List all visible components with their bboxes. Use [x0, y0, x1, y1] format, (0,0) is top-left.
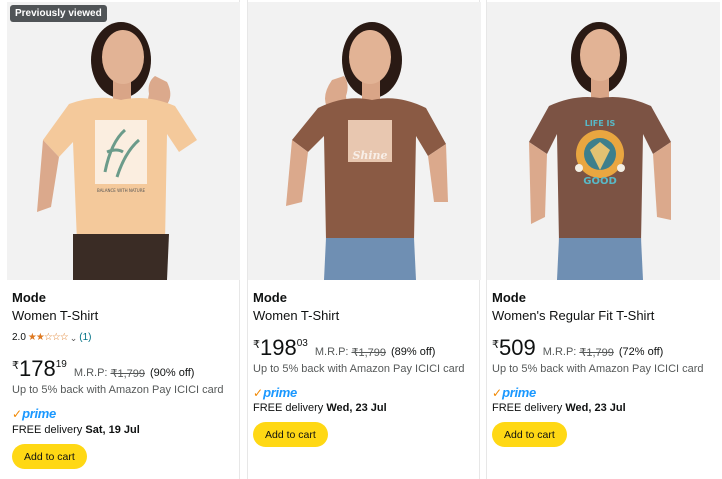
- delivery-date: Wed, 23 Jul: [326, 402, 387, 414]
- product-image-2[interactable]: Shine: [248, 2, 481, 280]
- price-row: ₹ 178 19 M.R.P: ₹1,799 (90% off): [12, 357, 194, 381]
- price-currency: ₹: [253, 339, 260, 351]
- add-to-cart-button[interactable]: Add to cart: [253, 422, 328, 447]
- delivery-info: FREE delivery Wed, 23 Jul: [492, 401, 626, 415]
- rating-stars-icon[interactable]: ★★☆☆☆: [28, 332, 69, 344]
- delivery-info: FREE delivery Wed, 23 Jul: [253, 401, 387, 415]
- print-text-3b: GOOD: [583, 176, 617, 187]
- price-currency: ₹: [12, 360, 19, 372]
- prime-check-icon: ✓: [253, 385, 264, 400]
- add-to-cart-button[interactable]: Add to cart: [12, 444, 87, 469]
- discount: (90% off): [150, 367, 195, 379]
- review-count-link[interactable]: (1): [79, 332, 91, 344]
- product-image-3[interactable]: LIFE IS GOOD: [487, 2, 720, 280]
- delivery-prefix: FREE delivery: [12, 424, 86, 436]
- chevron-down-icon[interactable]: ⌄: [70, 332, 78, 344]
- price-currency: ₹: [492, 339, 499, 351]
- delivery-prefix: FREE delivery: [492, 402, 566, 414]
- product-title[interactable]: Women T-Shirt: [253, 308, 339, 324]
- delivery-info: FREE delivery Sat, 19 Jul: [12, 423, 140, 437]
- prime-badge: ✓ prime: [12, 406, 56, 421]
- cashback-offer: Up to 5% back with Amazon Pay ICICI card: [253, 363, 465, 375]
- cashback-offer: Up to 5% back with Amazon Pay ICICI card: [492, 363, 704, 375]
- price-whole: 178: [19, 356, 56, 381]
- rating-value: 2.0: [12, 332, 26, 343]
- price-whole: 509: [499, 335, 536, 360]
- prime-label: prime: [22, 406, 56, 421]
- previously-viewed-badge: Previously viewed: [10, 5, 107, 22]
- mrp-value: ₹1,799: [110, 368, 145, 380]
- add-to-cart-button[interactable]: Add to cart: [492, 422, 567, 447]
- cashback-offer: Up to 5% back with Amazon Pay ICICI card: [12, 384, 224, 396]
- prime-label: prime: [263, 385, 297, 400]
- mrp-value: ₹1,799: [579, 347, 614, 359]
- mrp-value: ₹1,799: [351, 347, 386, 359]
- prime-label: prime: [502, 385, 536, 400]
- delivery-date: Wed, 23 Jul: [565, 402, 626, 414]
- prime-badge: ✓ prime: [492, 385, 536, 400]
- mrp-label: M.R.P:: [542, 346, 577, 358]
- prime-check-icon: ✓: [12, 406, 23, 421]
- product-brand: Mode: [492, 290, 526, 305]
- mrp-label: M.R.P:: [314, 346, 349, 358]
- price-row: ₹ 198 03 M.R.P: ₹1,799 (89% off): [253, 336, 435, 360]
- product-image-1[interactable]: BALANCE WITH NATURE Previously viewed: [7, 2, 240, 280]
- discount: (89% off): [391, 346, 436, 358]
- product-photo-2: Shine: [248, 2, 481, 280]
- print-text-2: Shine: [352, 149, 387, 162]
- product-card-3[interactable]: LIFE IS GOOD Mode Women's Regular Fit T-…: [486, 0, 720, 479]
- price-fraction: 19: [55, 359, 67, 370]
- delivery-date: Sat, 19 Jul: [85, 424, 140, 436]
- product-card-1[interactable]: BALANCE WITH NATURE Previously viewed Mo…: [7, 0, 240, 479]
- product-photo-1: BALANCE WITH NATURE: [7, 2, 240, 280]
- price-whole: 198: [260, 335, 297, 360]
- product-brand: Mode: [12, 290, 46, 305]
- price-fraction: 03: [296, 338, 308, 349]
- product-photo-3: LIFE IS GOOD: [487, 2, 720, 280]
- product-title[interactable]: Women's Regular Fit T-Shirt: [492, 308, 654, 324]
- print-text-1: BALANCE WITH NATURE: [97, 188, 146, 193]
- prime-badge: ✓ prime: [253, 385, 297, 400]
- product-title[interactable]: Women T-Shirt: [12, 308, 98, 324]
- product-card-2[interactable]: Shine Mode Women T-Shirt ₹ 198 03 M.R.P:…: [247, 0, 481, 479]
- rating-row[interactable]: 2.0 ★★☆☆☆ ⌄ (1): [12, 332, 92, 344]
- discount: (72% off): [618, 346, 664, 358]
- delivery-prefix: FREE delivery: [253, 402, 327, 414]
- product-brand: Mode: [253, 290, 287, 305]
- price-row: ₹ 509 M.R.P: ₹1,799 (72% off): [492, 336, 663, 360]
- mrp-label: M.R.P:: [73, 367, 108, 379]
- print-text-3a: LIFE IS: [585, 119, 616, 128]
- prime-check-icon: ✓: [492, 385, 503, 400]
